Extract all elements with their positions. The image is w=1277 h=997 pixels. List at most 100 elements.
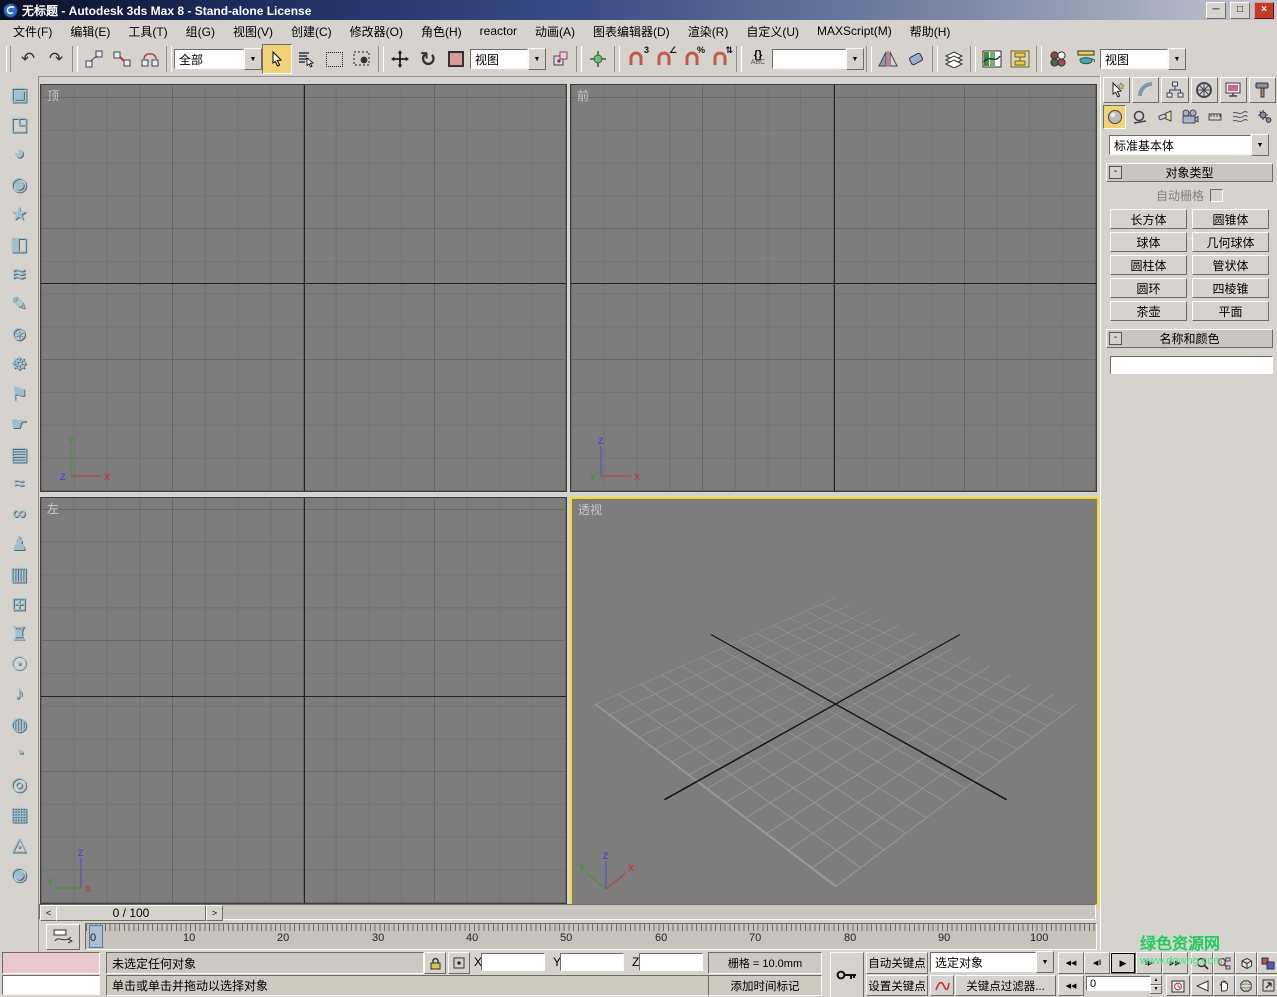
- category-systems-icon[interactable]: [1253, 105, 1276, 129]
- spiral-m-icon[interactable]: ◎: [5, 771, 33, 797]
- absolute-offset-mode-icon[interactable]: [448, 952, 470, 974]
- time-slider-thumb[interactable]: 0 / 100: [56, 905, 206, 921]
- menu-item[interactable]: 帮助(H): [901, 20, 960, 43]
- viewport-label[interactable]: 顶: [47, 87, 59, 104]
- render-type-combo[interactable]: 视图 ▼: [1100, 49, 1186, 69]
- tab-create-icon[interactable]: [1103, 77, 1130, 103]
- chevron-down-icon[interactable]: ▼: [1168, 48, 1186, 70]
- category-lights-icon[interactable]: [1153, 105, 1176, 129]
- director-chair-icon[interactable]: ♜: [5, 621, 33, 647]
- linked-cubes-icon[interactable]: ⊞: [5, 591, 33, 617]
- track-bar-ruler[interactable]: 0102030405060708090100: [85, 923, 1097, 950]
- tab-motion-icon[interactable]: [1191, 77, 1218, 103]
- object-type-button[interactable]: 长方体: [1110, 209, 1187, 229]
- minimize-button[interactable]: ─: [1206, 2, 1226, 19]
- edit-named-selection-sets-icon[interactable]: {} ABC: [744, 45, 772, 73]
- object-type-button[interactable]: 管状体: [1192, 255, 1269, 275]
- snap-toggle-icon[interactable]: 3: [622, 45, 650, 73]
- category-geometry-icon[interactable]: [1103, 105, 1126, 129]
- object-type-button[interactable]: 四棱锥: [1192, 278, 1269, 298]
- collapse-icon[interactable]: -: [1109, 166, 1122, 179]
- menu-item[interactable]: 组(G): [177, 20, 224, 43]
- go-to-end-button[interactable]: ▶▶: [1162, 952, 1188, 974]
- play-animation-button[interactable]: ▶: [1110, 952, 1136, 974]
- selection-lock-icon[interactable]: [424, 952, 446, 974]
- auto-key-toggle[interactable]: 自动关键点: [866, 952, 928, 974]
- waves-icon[interactable]: ≈: [5, 471, 33, 497]
- object-type-button[interactable]: 圆环: [1110, 278, 1187, 298]
- autogrid-checkbox[interactable]: [1210, 189, 1223, 202]
- reference-coordinate-system-combo[interactable]: 视图 ▼: [470, 49, 546, 69]
- sphere-m-icon[interactable]: ◔: [5, 741, 33, 767]
- layer-manager-icon[interactable]: [940, 45, 968, 73]
- redo-icon[interactable]: ↷: [42, 45, 70, 73]
- object-type-rollout-header[interactable]: - 对象类型: [1106, 163, 1273, 182]
- key-filters-button[interactable]: 关键点过滤器...: [955, 975, 1056, 996]
- menu-item[interactable]: MAXScript(M): [808, 21, 901, 41]
- undo-icon[interactable]: ↶: [14, 45, 42, 73]
- arc-rotate-icon[interactable]: [1235, 975, 1257, 996]
- material-editor-icon[interactable]: [1044, 45, 1072, 73]
- next-frame-button[interactable]: ‖▶: [1136, 952, 1162, 974]
- primitives-cubes-icon[interactable]: ▣: [5, 81, 33, 107]
- pointer-hand-icon[interactable]: ☛: [5, 411, 33, 437]
- percent-snap-toggle-icon[interactable]: %: [678, 45, 706, 73]
- object-name-input[interactable]: [1110, 356, 1273, 374]
- time-slider-prev-icon[interactable]: <: [40, 905, 57, 921]
- maxscript-mini-listener-white[interactable]: [2, 975, 100, 995]
- brick-stack-icon[interactable]: ▤: [5, 441, 33, 467]
- viewport-label[interactable]: 透视: [578, 501, 602, 518]
- category-shapes-icon[interactable]: [1128, 105, 1151, 129]
- object-type-button[interactable]: 圆锥体: [1192, 209, 1269, 229]
- key-mode-toggle[interactable]: ◀◀: [1058, 975, 1084, 996]
- select-and-manipulate-icon[interactable]: [584, 45, 612, 73]
- chevron-down-icon[interactable]: ▼: [1251, 134, 1269, 156]
- object-type-button[interactable]: 圆柱体: [1110, 255, 1187, 275]
- bind-to-space-warp-icon[interactable]: [136, 45, 164, 73]
- menu-item[interactable]: 创建(C): [282, 20, 341, 43]
- weathervane-icon[interactable]: ⚑: [5, 381, 33, 407]
- time-slider-next-icon[interactable]: >: [206, 905, 223, 921]
- menu-item[interactable]: 图表编辑器(D): [584, 20, 679, 43]
- zoom-extents-all-icon[interactable]: [1257, 952, 1277, 974]
- menu-item[interactable]: 文件(F): [4, 20, 61, 43]
- primitive-category-combo[interactable]: 标准基本体 ▼: [1109, 135, 1269, 155]
- set-key-toggle[interactable]: 设置关键点: [866, 975, 928, 996]
- menu-item[interactable]: 修改器(O): [341, 20, 412, 43]
- chevron-down-icon[interactable]: ▼: [846, 48, 864, 70]
- object-type-button[interactable]: 茶壶: [1110, 301, 1187, 321]
- checker-icon[interactable]: ◧: [5, 231, 33, 257]
- go-to-start-button[interactable]: ◀◀: [1058, 952, 1084, 974]
- search-globe-icon[interactable]: ◬: [5, 831, 33, 857]
- select-object-button[interactable]: [262, 44, 292, 74]
- category-cameras-icon[interactable]: [1178, 105, 1201, 129]
- object-type-button[interactable]: 平面: [1192, 301, 1269, 321]
- menu-item[interactable]: 工具(T): [119, 20, 176, 43]
- maxscript-mini-listener-pink[interactable]: [2, 952, 100, 974]
- viewport-front[interactable]: 前 Z X Y: [570, 84, 1097, 492]
- select-and-scale-icon[interactable]: [442, 45, 470, 73]
- spinner-snap-toggle-icon[interactable]: ⇅: [706, 45, 734, 73]
- category-helpers-icon[interactable]: [1203, 105, 1226, 129]
- viewport-left[interactable]: 左 Z Y X: [40, 497, 567, 904]
- align-icon[interactable]: [902, 45, 930, 73]
- sphere-ball-icon[interactable]: ◕: [5, 141, 33, 167]
- list-window-icon[interactable]: ▦: [5, 801, 33, 827]
- unlink-selection-icon[interactable]: [108, 45, 136, 73]
- frame-spinner[interactable]: ▲ ▼: [1150, 975, 1162, 994]
- whistle-icon[interactable]: ♪: [5, 681, 33, 707]
- star-shape-icon[interactable]: ★: [5, 201, 33, 227]
- menu-item[interactable]: reactor: [471, 21, 526, 41]
- chevron-down-icon[interactable]: ▼: [1036, 951, 1054, 973]
- spinning-top-icon[interactable]: ◉: [5, 171, 33, 197]
- menu-item[interactable]: 自定义(U): [737, 20, 808, 43]
- gear-icon[interactable]: ☸: [5, 351, 33, 377]
- y-coordinate-field[interactable]: [560, 953, 624, 971]
- z-coordinate-field[interactable]: [639, 953, 703, 971]
- tab-hierarchy-icon[interactable]: [1161, 77, 1188, 103]
- viewport-top[interactable]: 顶 Y X Z: [40, 84, 567, 492]
- mirror-icon[interactable]: [874, 45, 902, 73]
- chevron-down-icon[interactable]: ▼: [528, 48, 546, 70]
- schematic-view-icon[interactable]: [1006, 45, 1034, 73]
- menu-item[interactable]: 编辑(E): [61, 20, 119, 43]
